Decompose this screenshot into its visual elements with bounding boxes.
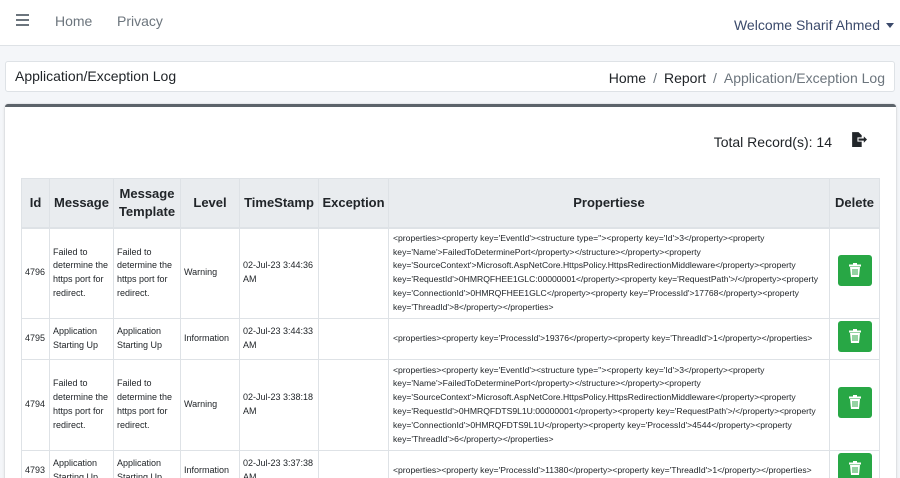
cell-level: Information	[180, 318, 240, 360]
cell-template: Application Starting Up	[113, 450, 181, 478]
cell-template: Failed to determine the https port for r…	[113, 359, 181, 451]
trash-icon	[848, 329, 861, 344]
menu-toggle-icon[interactable]	[16, 14, 29, 26]
cell-message: Application Starting Up	[49, 318, 114, 360]
cell-timestamp: 02-Jul-23 3:37:38 AM	[239, 450, 319, 478]
cell-properties: <properties><property key='ProcessId'>19…	[388, 318, 830, 360]
trash-icon	[848, 395, 861, 410]
cell-delete	[829, 227, 880, 319]
column-header-properties: Propertiese	[388, 178, 830, 229]
top-navbar: Home Privacy Welcome Sharif Ahmed	[0, 0, 900, 46]
cell-properties: <properties><property key='ProcessId'>11…	[388, 450, 830, 478]
total-records-label: Total Record(s): 14	[713, 134, 832, 150]
export-icon[interactable]	[850, 131, 867, 148]
nav-link-privacy[interactable]: Privacy	[117, 13, 163, 29]
cell-properties: <properties><property key='EventId'><str…	[388, 359, 830, 451]
cell-id: 4796	[21, 227, 50, 319]
cell-exception	[318, 450, 389, 478]
column-header-timestamp: TimeStamp	[239, 178, 319, 229]
breadcrumb: Home / Report / Application/Exception Log	[609, 70, 885, 86]
record-count: Total Record(s): 14	[713, 131, 868, 150]
column-header-message-template: Message Template	[113, 178, 181, 229]
log-table: Id Message Message Template Level TimeSt…	[21, 178, 880, 478]
cell-properties: <properties><property key='EventId'><str…	[388, 227, 830, 319]
breadcrumb-report[interactable]: Report	[664, 70, 706, 86]
cell-level: Information	[180, 450, 240, 478]
column-header-exception: Exception	[318, 178, 389, 229]
cell-exception	[318, 359, 389, 451]
cell-id: 4795	[21, 318, 50, 360]
table-row: 4794 Failed to determine the https port …	[21, 359, 880, 451]
trash-icon	[848, 461, 861, 476]
cell-level: Warning	[180, 359, 240, 451]
chevron-down-icon	[886, 23, 894, 28]
breadcrumb-home[interactable]: Home	[609, 70, 646, 86]
breadcrumb-current: Application/Exception Log	[723, 70, 885, 86]
column-header-message: Message	[49, 178, 114, 229]
breadcrumb-separator: /	[713, 70, 717, 86]
cell-message: Failed to determine the https port for r…	[49, 359, 114, 451]
column-header-delete: Delete	[829, 178, 880, 229]
column-header-level: Level	[180, 178, 240, 229]
cell-id: 4793	[21, 450, 50, 478]
cell-level: Warning	[180, 227, 240, 319]
page-title: Application/Exception Log	[15, 68, 177, 84]
table-row: 4796 Failed to determine the https port …	[21, 227, 880, 319]
delete-button[interactable]	[837, 321, 872, 353]
cell-timestamp: 02-Jul-23 3:44:36 AM	[239, 227, 319, 319]
log-card: Total Record(s): 14 Id Message Message T…	[5, 104, 896, 478]
delete-button[interactable]	[837, 387, 872, 419]
cell-timestamp: 02-Jul-23 3:38:18 AM	[239, 359, 319, 451]
delete-button[interactable]	[837, 453, 872, 478]
table-row: 4795 Application Starting Up Application…	[21, 318, 880, 360]
table-header-row: Id Message Message Template Level TimeSt…	[21, 178, 880, 229]
user-menu[interactable]: Welcome Sharif Ahmed	[734, 17, 894, 33]
cell-delete	[829, 318, 880, 360]
trash-icon	[848, 263, 861, 278]
delete-button[interactable]	[837, 255, 872, 287]
cell-message: Application Starting Up	[49, 450, 114, 478]
nav-link-home[interactable]: Home	[55, 13, 92, 29]
cell-id: 4794	[21, 359, 50, 451]
cell-delete	[829, 450, 880, 478]
cell-delete	[829, 359, 880, 451]
cell-template: Application Starting Up	[113, 318, 181, 360]
cell-exception	[318, 318, 389, 360]
content-header: Application/Exception Log Home / Report / Ap…	[5, 61, 895, 92]
user-greeting: Welcome Sharif Ahmed	[733, 17, 880, 33]
breadcrumb-separator: /	[653, 70, 657, 86]
table-row: 4793 Application Starting Up Application…	[21, 450, 880, 478]
column-header-id: Id	[21, 178, 50, 229]
cell-exception	[318, 227, 389, 319]
cell-template: Failed to determine the https port for r…	[113, 227, 181, 319]
cell-timestamp: 02-Jul-23 3:44:33 AM	[239, 318, 319, 360]
cell-message: Failed to determine the https port for r…	[49, 227, 114, 319]
